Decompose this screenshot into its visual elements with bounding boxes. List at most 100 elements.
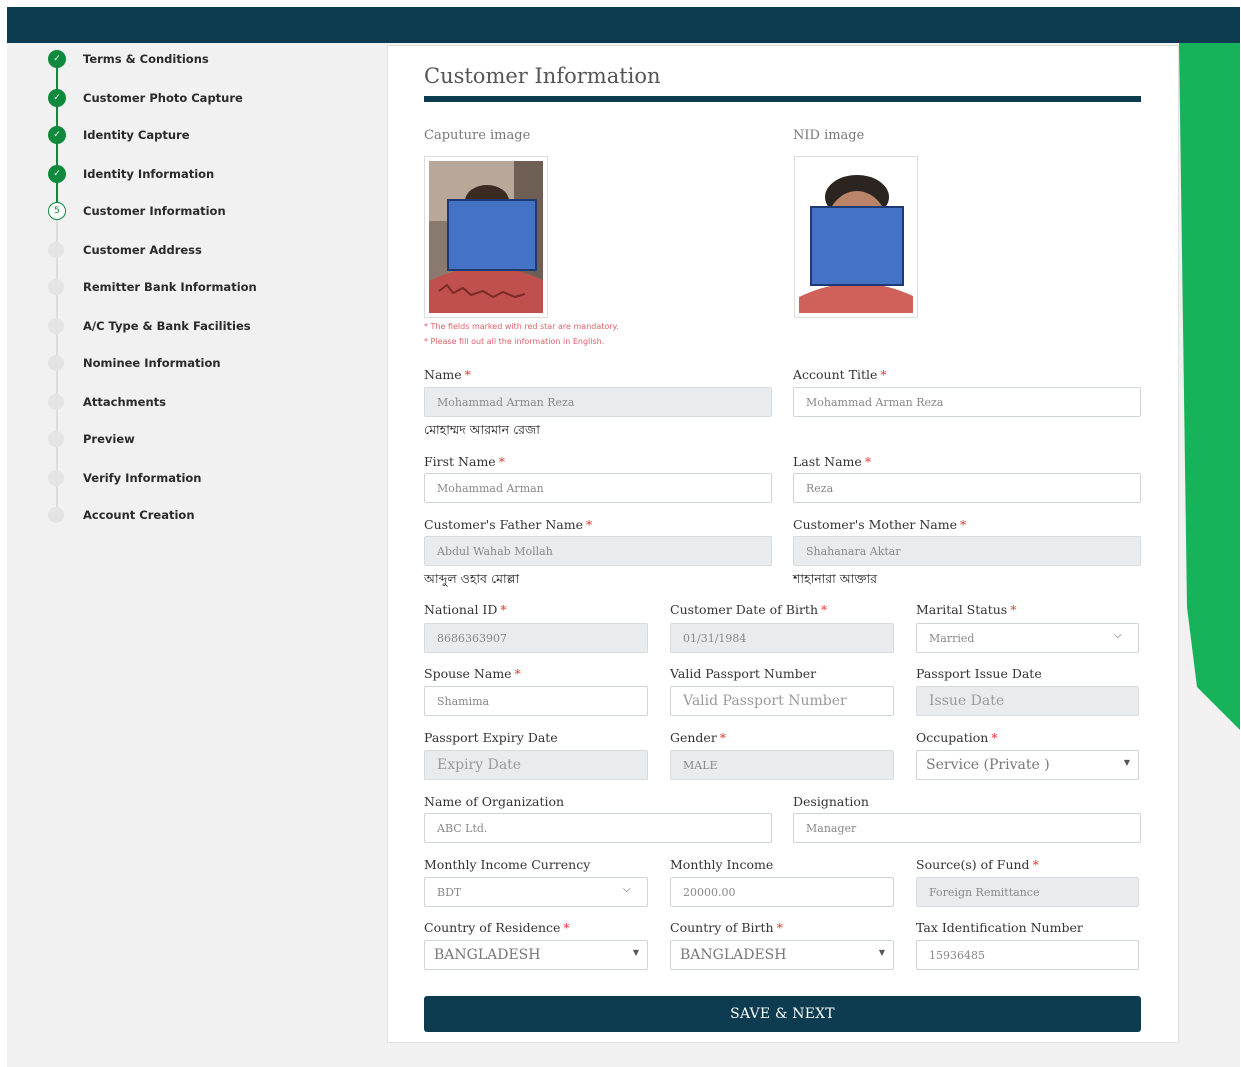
father-name-field[interactable]: Abdul Wahab Mollah xyxy=(424,536,772,566)
pending-dot-icon xyxy=(48,279,64,295)
app-frame: ✓ Terms & Conditions ✓ Customer Photo Ca… xyxy=(7,7,1240,1067)
step-customer-information[interactable]: 5 Customer Information xyxy=(45,201,226,221)
dob-field[interactable]: 01/31/1984 xyxy=(670,623,894,653)
step-terms[interactable]: ✓ Terms & Conditions xyxy=(45,49,209,69)
birth-country-value: BANGLADESH xyxy=(680,947,787,963)
step-label: Account Creation xyxy=(83,508,195,522)
occupation-select[interactable]: Service (Private ) ▼ xyxy=(916,750,1139,780)
marital-status-value: Married xyxy=(929,631,975,645)
step-customer-address[interactable]: Customer Address xyxy=(45,240,202,260)
national-id-field[interactable]: 8686363907 xyxy=(424,623,648,653)
chevron-down-icon: ⌵ xyxy=(1114,630,1122,641)
pending-dot-icon xyxy=(48,242,64,258)
step-label: Preview xyxy=(83,432,135,446)
mother-name-bangla: শাহানারা আক্তার xyxy=(793,571,877,586)
step-identity-information[interactable]: ✓ Identity Information xyxy=(45,164,214,184)
english-note: * Please fill out all the information in… xyxy=(424,337,605,346)
name-bangla: মোহাম্মদ আরমান রেজা xyxy=(424,422,540,437)
tin-label: Tax Identification Number xyxy=(916,920,1083,935)
last-name-field[interactable]: Reza xyxy=(793,473,1141,503)
caret-down-icon: ▼ xyxy=(878,948,885,957)
step-photo-capture[interactable]: ✓ Customer Photo Capture xyxy=(45,88,243,108)
passport-expiry-field[interactable]: Expiry Date xyxy=(424,750,648,780)
spouse-name-field[interactable]: Shamima xyxy=(424,686,648,716)
pending-dot-icon xyxy=(48,431,64,447)
privacy-mask xyxy=(810,206,904,286)
step-attachments[interactable]: Attachments xyxy=(45,392,166,412)
check-icon: ✓ xyxy=(48,50,66,68)
step-label: Identity Information xyxy=(83,167,215,181)
step-remitter-bank[interactable]: Remitter Bank Information xyxy=(45,277,257,297)
save-next-button[interactable]: SAVE & NEXT xyxy=(424,996,1141,1032)
occupation-label: Occupation * xyxy=(916,730,998,745)
step-label: Customer Photo Capture xyxy=(83,91,243,105)
captured-photo xyxy=(424,156,548,318)
passport-number-label: Valid Passport Number xyxy=(670,666,817,681)
step-label: A/C Type & Bank Facilities xyxy=(83,319,251,333)
income-currency-value: BDT xyxy=(437,885,462,899)
chevron-down-icon: ⌵ xyxy=(623,884,631,895)
designation-field[interactable]: Manager xyxy=(793,813,1141,843)
nid-photo xyxy=(794,156,918,318)
mother-name-field[interactable]: Shahanara Aktar xyxy=(793,536,1141,566)
income-currency-select[interactable]: BDT ⌵ xyxy=(424,877,648,907)
step-label: Verify Information xyxy=(83,471,202,485)
occupation-value: Service (Private ) xyxy=(926,757,1050,773)
check-icon: ✓ xyxy=(48,126,66,144)
designation-label: Designation xyxy=(793,794,869,809)
organization-label: Name of Organization xyxy=(424,794,565,809)
pending-dot-icon xyxy=(48,318,64,334)
step-label: Terms & Conditions xyxy=(83,52,209,66)
name-label: Name * xyxy=(424,367,471,382)
gender-field[interactable]: MALE xyxy=(670,750,894,780)
step-label: Remitter Bank Information xyxy=(83,280,257,294)
income-currency-label: Monthly Income Currency xyxy=(424,857,591,872)
marital-status-select[interactable]: Married ⌵ xyxy=(916,623,1139,653)
name-field[interactable]: Mohammad Arman Reza xyxy=(424,387,772,417)
step-label: Customer Information xyxy=(83,204,226,218)
step-verify[interactable]: Verify Information xyxy=(45,468,202,488)
mandatory-note: * The fields marked with red star are ma… xyxy=(424,322,619,331)
pending-dot-icon xyxy=(48,355,64,371)
step-number-badge: 5 xyxy=(48,202,66,220)
check-icon: ✓ xyxy=(48,89,66,107)
monthly-income-field[interactable]: 20000.00 xyxy=(670,877,894,907)
step-label: Identity Capture xyxy=(83,128,190,142)
step-label: Attachments xyxy=(83,395,166,409)
passport-issue-field[interactable]: Issue Date xyxy=(916,686,1139,716)
source-fund-field[interactable]: Foreign Remittance xyxy=(916,877,1139,907)
step-ac-type[interactable]: A/C Type & Bank Facilities xyxy=(45,316,251,336)
customer-info-card: Customer Information Caputure image NID … xyxy=(387,45,1179,1043)
nid-image-label: NID image xyxy=(793,128,865,143)
source-fund-label: Source(s) of Fund * xyxy=(916,857,1039,872)
spouse-name-label: Spouse Name * xyxy=(424,666,521,681)
tin-field[interactable]: 15936485 xyxy=(916,940,1139,970)
step-label: Customer Address xyxy=(83,243,202,257)
account-title-field[interactable]: Mohammad Arman Reza xyxy=(793,387,1141,417)
residence-select[interactable]: BANGLADESH ▼ xyxy=(424,940,648,970)
birth-country-select[interactable]: BANGLADESH ▼ xyxy=(670,940,894,970)
marital-status-label: Marital Status * xyxy=(916,602,1017,617)
passport-number-field[interactable]: Valid Passport Number xyxy=(670,686,894,716)
title-divider xyxy=(424,96,1141,102)
caret-down-icon: ▼ xyxy=(1123,758,1130,767)
caret-down-icon: ▼ xyxy=(632,948,639,957)
step-identity-capture[interactable]: ✓ Identity Capture xyxy=(45,125,190,145)
step-nominee[interactable]: Nominee Information xyxy=(45,353,221,373)
gender-label: Gender * xyxy=(670,730,727,745)
check-icon: ✓ xyxy=(48,165,66,183)
last-name-label: Last Name * xyxy=(793,454,872,469)
national-id-label: National ID * xyxy=(424,602,507,617)
first-name-label: First Name * xyxy=(424,454,505,469)
privacy-mask xyxy=(447,199,537,271)
residence-value: BANGLADESH xyxy=(434,947,541,963)
mother-name-label: Customer's Mother Name * xyxy=(793,517,967,532)
page-title: Customer Information xyxy=(424,64,661,88)
dob-label: Customer Date of Birth * xyxy=(670,602,828,617)
father-name-label: Customer's Father Name * xyxy=(424,517,593,532)
step-account-creation[interactable]: Account Creation xyxy=(45,505,195,525)
step-label: Nominee Information xyxy=(83,356,221,370)
first-name-field[interactable]: Mohammad Arman xyxy=(424,473,772,503)
step-preview[interactable]: Preview xyxy=(45,429,135,449)
organization-field[interactable]: ABC Ltd. xyxy=(424,813,772,843)
